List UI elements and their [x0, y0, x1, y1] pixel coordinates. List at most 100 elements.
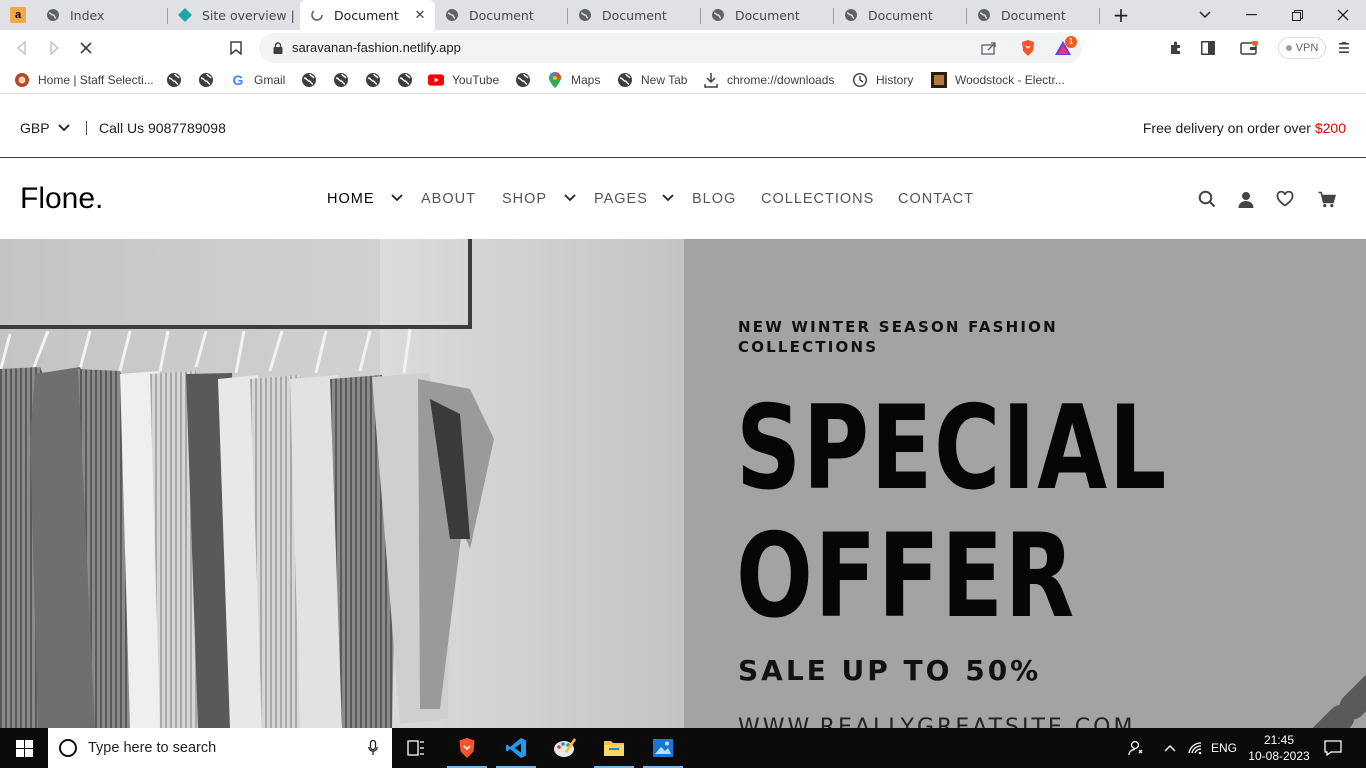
chevron-down-icon[interactable] — [390, 191, 404, 205]
close-window-icon[interactable] — [1320, 0, 1366, 30]
microphone-icon[interactable] — [368, 740, 378, 756]
hero-sale-text: SALE UP TO 50% — [738, 654, 1042, 687]
tab-document[interactable]: Document — [834, 0, 964, 30]
brave-browser-icon[interactable] — [443, 728, 491, 768]
globe-icon — [445, 8, 459, 22]
tab-index[interactable]: Index — [36, 0, 166, 30]
tab-title: Site overview | sar — [202, 7, 298, 23]
bookmark-icon[interactable] — [226, 38, 246, 58]
hero-headline: SPECIAL OFFER — [736, 385, 1168, 641]
nav-about[interactable]: ABOUT — [421, 159, 476, 239]
bookmark-maps[interactable]: Maps — [547, 70, 600, 90]
bookmark-gmail[interactable]: G Gmail — [230, 70, 286, 90]
forward-icon[interactable] — [44, 38, 64, 58]
brave-shield-icon[interactable] — [1019, 39, 1037, 57]
bookmark-woodstock[interactable]: Woodstock - Electr... — [931, 70, 1065, 90]
task-view-icon[interactable] — [392, 728, 440, 768]
headline-line-2: OFFER — [736, 509, 1076, 644]
headline-line-1: SPECIAL — [736, 381, 1168, 516]
clock-date: 10-08-2023 — [1248, 749, 1310, 763]
amazon-tab-icon[interactable]: a — [10, 7, 26, 23]
site-logo[interactable]: Flone. — [20, 159, 103, 239]
nav-shop[interactable]: SHOP — [502, 159, 547, 239]
notifications-icon[interactable] — [1318, 728, 1348, 768]
bookmark-globe[interactable] — [166, 70, 190, 90]
minimize-icon[interactable] — [1228, 0, 1274, 30]
tab-title: Document — [469, 7, 534, 23]
bookmark-globe[interactable] — [365, 70, 389, 90]
search-icon[interactable] — [1197, 189, 1217, 209]
file-explorer-icon[interactable] — [590, 728, 638, 768]
nav-pages[interactable]: PAGES — [594, 159, 648, 239]
chevron-down-icon[interactable] — [661, 191, 675, 205]
share-icon[interactable] — [981, 40, 997, 56]
url-text: saravanan-fashion.netlify.app — [292, 40, 461, 55]
tab-document[interactable]: Document — [568, 0, 698, 30]
bookmark-label: Gmail — [254, 73, 286, 87]
site-top-bar: GBP Call Us 9087789098 Free delivery on … — [0, 98, 1366, 158]
vpn-button[interactable]: VPN — [1278, 37, 1326, 59]
bookmark-globe[interactable] — [515, 70, 539, 90]
bookmark-globe[interactable] — [333, 70, 357, 90]
bookmark-staff-selection[interactable]: Home | Staff Selecti... — [14, 70, 154, 90]
currency-dropdown[interactable]: GBP — [20, 98, 70, 158]
history-icon — [852, 72, 868, 88]
nav-home[interactable]: HOME — [327, 159, 375, 239]
tab-document[interactable]: Document — [435, 0, 565, 30]
bookmark-youtube[interactable]: YouTube — [428, 70, 499, 90]
globe-icon — [617, 72, 633, 88]
windows-taskbar: Type here to search ENG 21:45 10-08-2023 — [0, 728, 1366, 768]
bookmark-label: History — [876, 73, 914, 87]
sidebar-icon[interactable] — [1198, 38, 1218, 58]
windows-start-icon[interactable] — [0, 728, 48, 768]
tab-site-overview[interactable]: Site overview | sar — [168, 0, 298, 30]
woodstock-icon — [931, 72, 947, 88]
close-tab-icon[interactable]: ✕ — [411, 6, 429, 24]
back-icon[interactable] — [12, 38, 32, 58]
hero-slider[interactable]: NEW WINTER SEASON FASHION COLLECTIONS SP… — [0, 239, 1366, 729]
lock-icon[interactable] — [271, 41, 285, 55]
bookmark-downloads[interactable]: chrome://downloads — [703, 70, 834, 90]
vscode-icon[interactable] — [492, 728, 540, 768]
wishlist-heart-icon[interactable] — [1275, 189, 1295, 209]
nav-contact[interactable]: CONTACT — [898, 159, 974, 239]
language-indicator[interactable]: ENG — [1208, 728, 1240, 768]
address-bar[interactable]: saravanan-fashion.netlify.app 1 — [259, 33, 1082, 63]
chevron-down-icon[interactable] — [563, 191, 577, 205]
wifi-icon[interactable] — [1186, 728, 1206, 768]
photos-icon[interactable] — [639, 728, 687, 768]
bookmark-globe[interactable] — [198, 70, 222, 90]
tab-search-icon[interactable] — [1182, 0, 1228, 30]
tab-document[interactable]: Document — [967, 0, 1097, 30]
bookmark-new-tab[interactable]: New Tab — [617, 70, 687, 90]
globe-icon — [711, 8, 725, 22]
wallet-icon[interactable] — [1238, 38, 1260, 58]
site-header: Flone. HOME ABOUT SHOP PAGES BLOG COLLEC… — [0, 159, 1366, 239]
hero-kicker: NEW WINTER SEASON FASHION COLLECTIONS — [738, 318, 1058, 356]
cart-icon[interactable] — [1317, 189, 1337, 209]
bookmark-history[interactable]: History — [852, 70, 913, 90]
taskbar-clock[interactable]: 21:45 10-08-2023 — [1244, 732, 1314, 764]
bookmark-globe[interactable] — [397, 70, 421, 90]
menu-icon[interactable] — [1334, 38, 1354, 58]
account-icon[interactable] — [1236, 189, 1256, 209]
delivery-notice: Free delivery on order over $200 — [1143, 98, 1346, 158]
chevron-up-icon[interactable] — [1160, 728, 1180, 768]
tab-document[interactable]: Document — [701, 0, 831, 30]
tab-title: Document — [735, 7, 800, 23]
new-tab-button[interactable]: + — [1098, 0, 1144, 30]
currency-label: GBP — [20, 120, 50, 136]
bookmarks-bar: Home | Staff Selecti... G Gmail YouTube … — [0, 66, 1366, 94]
youtube-icon — [428, 72, 444, 88]
nav-collections[interactable]: COLLECTIONS — [761, 159, 874, 239]
restore-icon[interactable] — [1274, 0, 1320, 30]
nav-blog[interactable]: BLOG — [692, 159, 736, 239]
stop-loading-icon[interactable] — [76, 38, 96, 58]
extensions-icon[interactable] — [1166, 38, 1186, 58]
taskbar-search-box[interactable]: Type here to search — [48, 728, 392, 768]
paint-icon[interactable] — [541, 728, 589, 768]
people-icon[interactable] — [1124, 728, 1148, 768]
bookmark-globe[interactable] — [301, 70, 325, 90]
tab-document-active[interactable]: Document ✕ — [300, 0, 435, 30]
tab-title: Document — [1001, 7, 1066, 23]
